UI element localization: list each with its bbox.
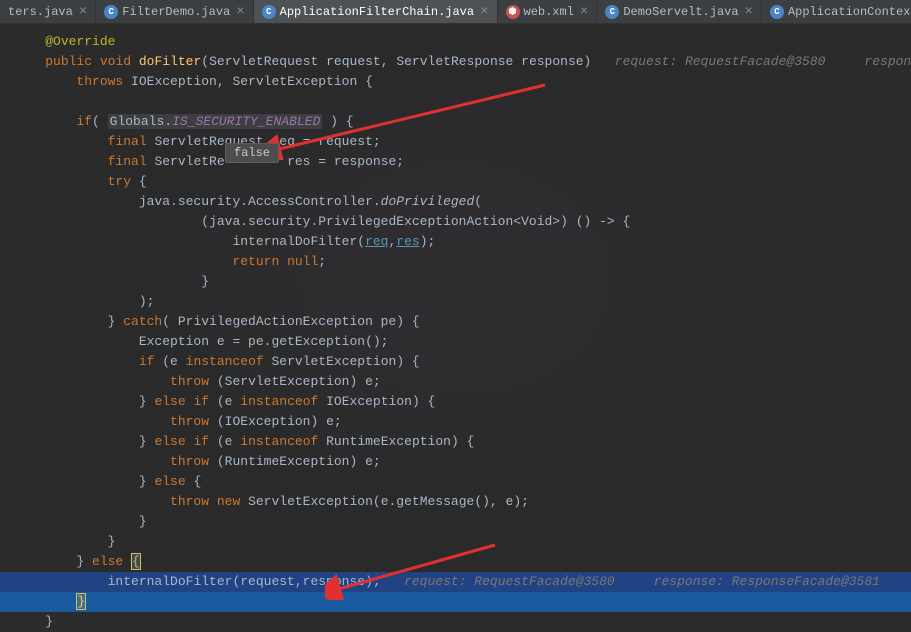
tab-label: ters.java — [8, 5, 73, 19]
tab-demoservlet[interactable]: C DemoServelt.java × — [597, 0, 762, 23]
tab-label: DemoServelt.java — [623, 5, 738, 19]
tab-label: FilterDemo.java — [122, 5, 230, 19]
current-execution-line: internalDoFilter(request,response); requ… — [0, 572, 911, 592]
java-class-icon: C — [262, 5, 276, 19]
evaluate-tooltip: false — [225, 143, 279, 163]
res-link[interactable]: res — [396, 234, 419, 249]
tab-ters[interactable]: ters.java × — [0, 0, 96, 23]
tab-filterdemo[interactable]: C FilterDemo.java × — [96, 0, 253, 23]
xml-file-icon: ⬢ — [506, 5, 520, 19]
breakpoint-line[interactable]: } — [0, 592, 911, 612]
tab-label: ApplicationFilterChain.java — [280, 5, 474, 19]
close-icon[interactable]: × — [745, 4, 753, 20]
close-icon[interactable]: × — [236, 4, 244, 20]
tab-appfilterchain[interactable]: C ApplicationFilterChain.java × — [254, 0, 498, 23]
annotation: @Override — [45, 34, 115, 49]
close-icon[interactable]: × — [480, 4, 488, 20]
security-constant: IS_SECURITY_ENABLED — [172, 114, 320, 129]
req-link[interactable]: req — [365, 234, 388, 249]
tab-label: web.xml — [524, 5, 574, 19]
close-icon[interactable]: × — [79, 4, 87, 20]
method-name: doFilter — [139, 54, 201, 69]
code-editor[interactable]: @Override public void doFilter(ServletRe… — [0, 24, 911, 632]
java-class-icon: C — [770, 5, 784, 19]
tab-label: ApplicationContext.java — [788, 5, 911, 19]
tab-appcontext[interactable]: C ApplicationContext.java × — [762, 0, 911, 23]
inline-hint: request: RequestFacade@3580 response: Re… — [404, 574, 880, 589]
inline-hint: request: RequestFacade@3580 respon — [615, 54, 911, 69]
java-class-icon: C — [605, 5, 619, 19]
java-class-icon: C — [104, 5, 118, 19]
tooltip-value: false — [234, 146, 270, 160]
tab-webxml[interactable]: ⬢ web.xml × — [498, 0, 598, 23]
close-icon[interactable]: × — [580, 4, 588, 20]
editor-tabs: ters.java × C FilterDemo.java × C Applic… — [0, 0, 911, 24]
